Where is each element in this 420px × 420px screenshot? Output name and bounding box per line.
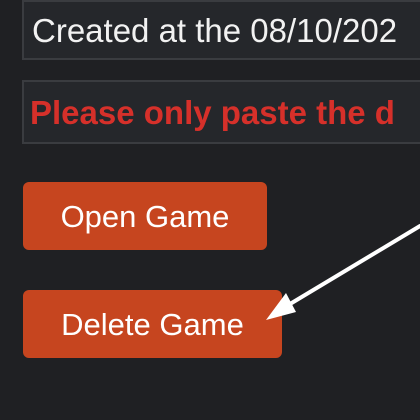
game-panel: Created at the 08/10/202 Please only pas… bbox=[0, 0, 420, 420]
created-date-text: Created at the 08/10/202 bbox=[32, 12, 398, 49]
open-game-button[interactable]: Open Game bbox=[23, 182, 267, 250]
delete-game-button[interactable]: Delete Game bbox=[23, 290, 282, 358]
created-info-box: Created at the 08/10/202 bbox=[22, 0, 420, 60]
paste-warning-box: Please only paste the d bbox=[22, 80, 420, 144]
paste-warning-text: Please only paste the d bbox=[30, 94, 395, 131]
